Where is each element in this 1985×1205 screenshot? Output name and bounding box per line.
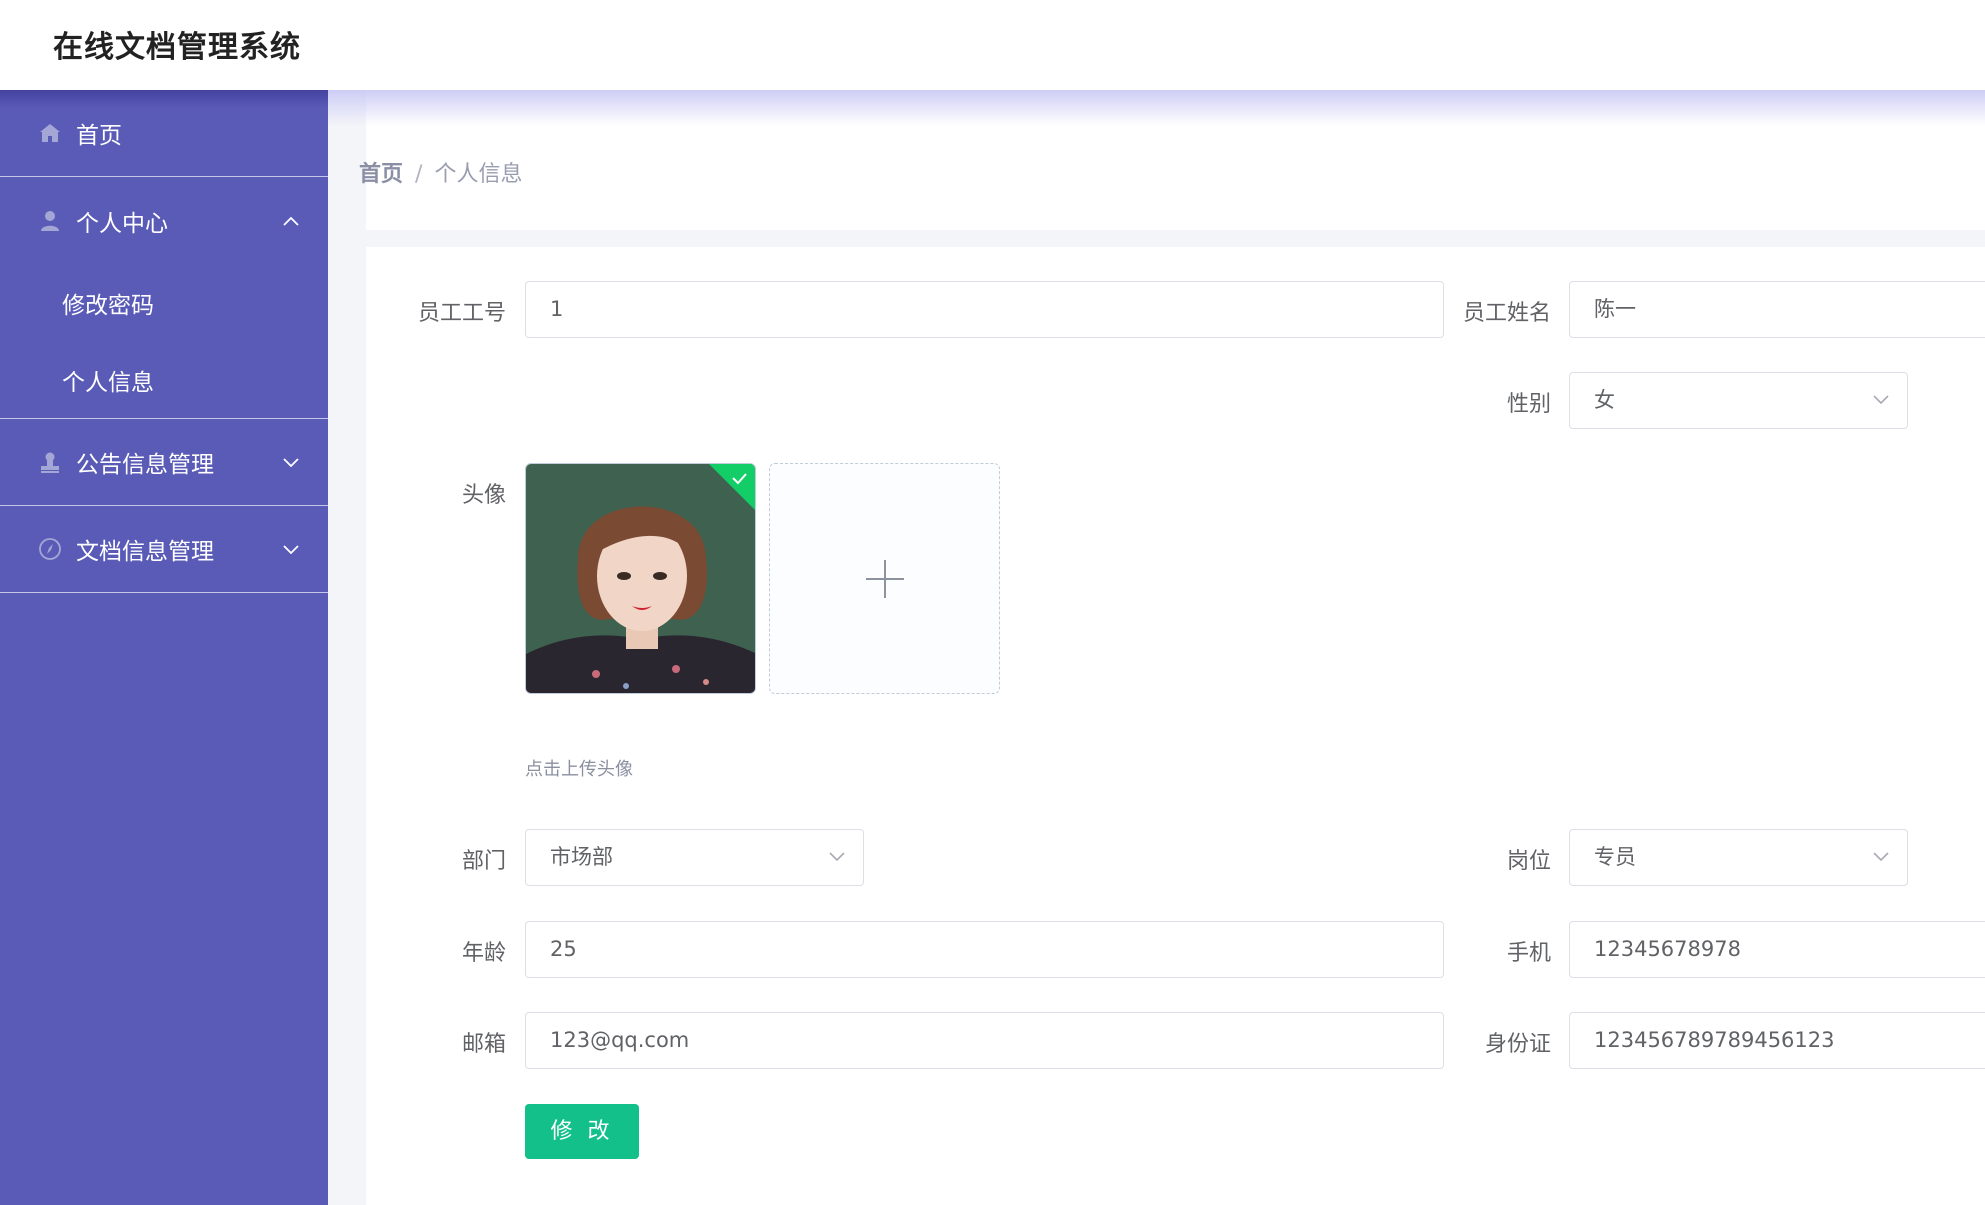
avatar-label: 头像 xyxy=(461,483,506,508)
phone-label: 手机 xyxy=(1506,941,1551,966)
employee-no-input[interactable]: 1 xyxy=(525,281,1444,338)
sidebar-subitem-label: 修改密码 xyxy=(62,292,154,319)
sidebar-item-label: 文档信息管理 xyxy=(76,539,214,565)
phone-input[interactable]: 12345678978 xyxy=(1569,921,1985,978)
department-select[interactable]: 市场部 xyxy=(525,829,864,886)
employee-name-input[interactable]: 陈一 xyxy=(1569,281,1985,338)
chevron-up-icon xyxy=(283,216,299,226)
breadcrumb-current: 个人信息 xyxy=(434,162,523,187)
sidebar-item-document-management[interactable]: 文档信息管理 xyxy=(0,506,328,593)
user-icon xyxy=(38,209,62,233)
breadcrumb-bar xyxy=(366,90,1985,230)
id-card-label: 身份证 xyxy=(1484,1032,1551,1057)
department-value: 市场部 xyxy=(550,845,613,869)
app-title: 在线文档管理系统 xyxy=(53,30,301,65)
top-header: 在线文档管理系统 xyxy=(0,0,1985,90)
chevron-down-icon xyxy=(1873,852,1889,862)
id-card-input[interactable]: 123456789789456123 xyxy=(1569,1012,1985,1069)
position-select[interactable]: 专员 xyxy=(1569,829,1908,886)
home-icon xyxy=(38,121,62,145)
sidebar-subitem-change-password[interactable]: 修改密码 xyxy=(0,264,328,341)
sidebar-item-label: 公告信息管理 xyxy=(76,452,214,478)
sidebar-item-label: 个人中心 xyxy=(76,210,168,237)
sidebar-item-notice-management[interactable]: 公告信息管理 xyxy=(0,419,328,506)
avatar-upload-button[interactable] xyxy=(769,463,1000,694)
employee-name-label: 员工姓名 xyxy=(1462,301,1551,326)
chevron-down-icon xyxy=(283,545,299,555)
email-input[interactable]: 123@qq.com xyxy=(525,1012,1444,1069)
age-input[interactable]: 25 xyxy=(525,921,1444,978)
sidebar-subitem-personal-info[interactable]: 个人信息 xyxy=(0,341,328,418)
compass-icon xyxy=(38,537,62,561)
gender-label: 性别 xyxy=(1506,392,1551,417)
sidebar: 首页 个人中心 修改密码 个人信息 公告信息管理 文档信息管理 xyxy=(0,90,328,1205)
employee-no-label: 员工工号 xyxy=(417,301,506,326)
sidebar-item-label: 首页 xyxy=(76,123,122,149)
department-label: 部门 xyxy=(461,849,506,874)
breadcrumb: 首页 / 个人信息 xyxy=(359,156,522,188)
sidebar-item-personal-center[interactable]: 个人中心 xyxy=(0,177,328,264)
upload-success-icon xyxy=(709,464,755,510)
breadcrumb-home[interactable]: 首页 xyxy=(359,162,403,187)
chevron-down-icon xyxy=(1873,395,1889,405)
avatar-image[interactable] xyxy=(525,463,756,694)
stamp-icon xyxy=(38,450,62,474)
gender-value: 女 xyxy=(1594,388,1615,412)
position-label: 岗位 xyxy=(1506,849,1551,874)
chevron-down-icon xyxy=(283,458,299,468)
chevron-down-icon xyxy=(829,852,845,862)
gender-select[interactable]: 女 xyxy=(1569,372,1908,429)
sidebar-group-personal: 个人中心 修改密码 个人信息 xyxy=(0,177,328,419)
position-value: 专员 xyxy=(1594,845,1636,869)
age-label: 年龄 xyxy=(461,941,506,966)
breadcrumb-separator: / xyxy=(415,162,423,187)
email-label: 邮箱 xyxy=(461,1032,506,1057)
sidebar-item-home[interactable]: 首页 xyxy=(0,90,328,177)
submit-button[interactable]: 修 改 xyxy=(525,1104,639,1159)
sidebar-subitem-label: 个人信息 xyxy=(62,369,154,396)
avatar-upload-tip: 点击上传头像 xyxy=(525,759,633,780)
